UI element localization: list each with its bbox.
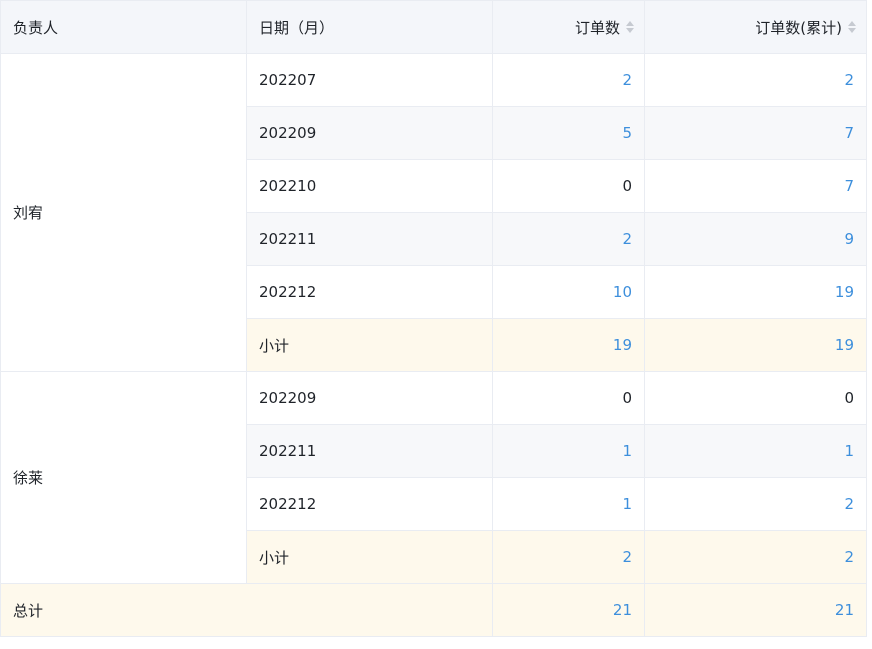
subtotal-orders-cumulative[interactable]: 2 (644, 530, 867, 584)
date-cell: 202211 (246, 424, 493, 478)
orders-cumulative-cell[interactable]: 7 (644, 159, 867, 213)
subtotal-orders[interactable]: 2 (492, 530, 645, 584)
date-cell: 202212 (246, 477, 493, 531)
orders-cumulative-cell[interactable]: 2 (644, 53, 867, 107)
table-row: 徐莱 202209 0 0 (0, 371, 867, 584)
orders-cumulative-cell[interactable]: 9 (644, 212, 867, 266)
orders-cell[interactable]: 1 (492, 424, 645, 478)
header-row: 负责人 日期（月） 订单数 订单数(累计) (0, 0, 867, 54)
header-date-label: 日期（月） (259, 18, 335, 37)
table-row: 刘宥 202207 2 2 (0, 53, 867, 372)
owner-cell: 刘宥 (0, 53, 247, 372)
subtotal-label: 小计 (246, 318, 493, 372)
header-owner: 负责人 (0, 0, 247, 54)
header-orders-label: 订单数 (574, 18, 620, 37)
orders-cell[interactable]: 2 (492, 53, 645, 107)
date-cell: 202211 (246, 212, 493, 266)
subtotal-label: 小计 (246, 530, 493, 584)
date-cell: 202209 (246, 371, 493, 425)
total-row: 总计 21 21 (0, 583, 867, 637)
orders-cell: 0 (492, 371, 645, 425)
header-date: 日期（月） (246, 0, 493, 54)
orders-cell[interactable]: 10 (492, 265, 645, 319)
header-owner-label: 负责人 (13, 18, 59, 37)
header-orders-cumulative-label: 订单数(累计) (755, 18, 842, 37)
total-label: 总计 (0, 583, 493, 637)
pivot-table: 负责人 日期（月） 订单数 订单数(累计) 刘宥 202207 2 2 2022… (0, 0, 867, 637)
date-cell: 202207 (246, 53, 493, 107)
date-cell: 202210 (246, 159, 493, 213)
header-orders-cumulative[interactable]: 订单数(累计) (644, 0, 867, 54)
orders-cell[interactable]: 2 (492, 212, 645, 266)
header-orders[interactable]: 订单数 (492, 0, 645, 54)
total-orders-cumulative[interactable]: 21 (644, 583, 867, 637)
date-cell: 202209 (246, 106, 493, 160)
orders-cell[interactable]: 1 (492, 477, 645, 531)
owner-name: 刘宥 (13, 204, 44, 222)
orders-cumulative-cell[interactable]: 2 (644, 477, 867, 531)
orders-cell: 0 (492, 159, 645, 213)
total-orders[interactable]: 21 (492, 583, 645, 637)
subtotal-orders[interactable]: 19 (492, 318, 645, 372)
orders-cumulative-cell[interactable]: 7 (644, 106, 867, 160)
owner-cell: 徐莱 (0, 371, 247, 584)
owner-name: 徐莱 (13, 469, 44, 487)
orders-cumulative-cell[interactable]: 1 (644, 424, 867, 478)
orders-cumulative-cell[interactable]: 19 (644, 265, 867, 319)
sort-icon[interactable] (848, 21, 856, 33)
orders-cell[interactable]: 5 (492, 106, 645, 160)
orders-cumulative-cell: 0 (644, 371, 867, 425)
sort-icon[interactable] (626, 21, 634, 33)
subtotal-orders-cumulative[interactable]: 19 (644, 318, 867, 372)
date-cell: 202212 (246, 265, 493, 319)
